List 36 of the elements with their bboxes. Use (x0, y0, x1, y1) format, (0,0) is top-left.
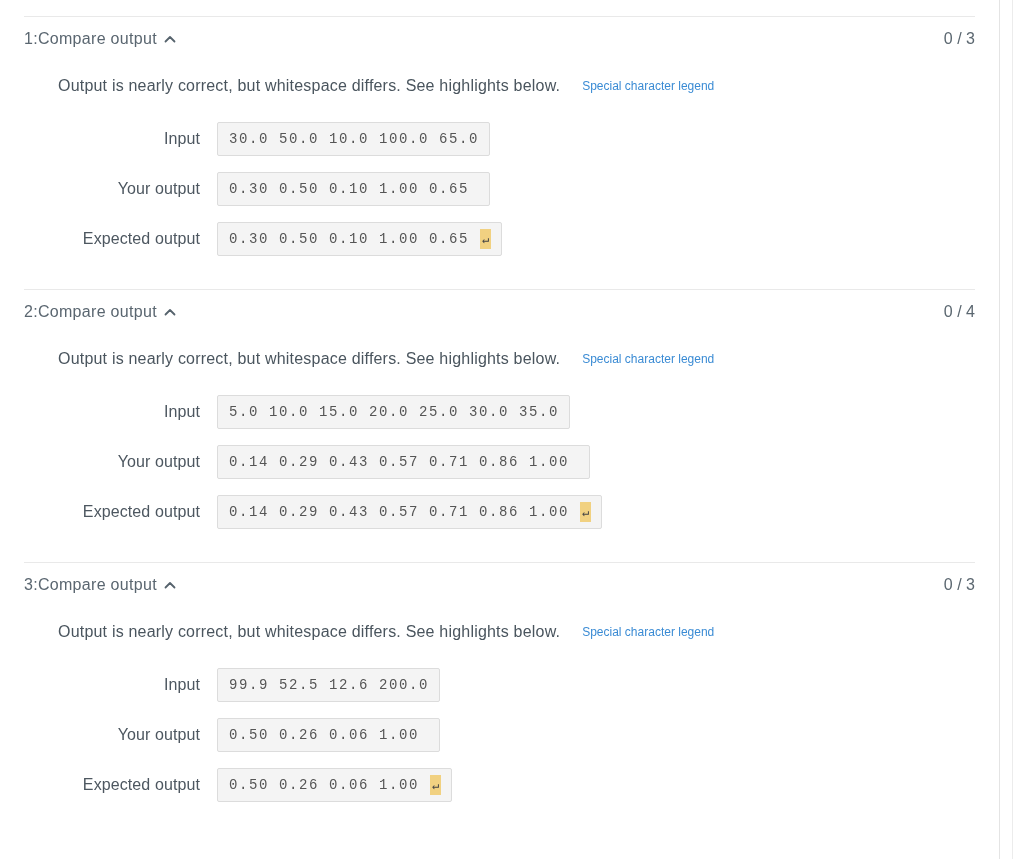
row-label: Expected output (81, 230, 200, 248)
legend-link[interactable]: Special character legend (582, 624, 715, 640)
row-label: Input (162, 130, 200, 148)
code-text: 0.14 0.29 0.43 0.57 0.71 0.86 1.00 (229, 503, 570, 521)
result-message: Output is nearly correct, but whitespace differs. See highlights below. (58, 349, 561, 369)
chevron-up-icon (163, 35, 176, 43)
row-label: Your output (116, 726, 200, 744)
code-text: 99.9 52.5 12.6 200.0 (229, 676, 430, 694)
newline-marker: ↵ (480, 229, 492, 249)
code-text: 0.50 0.26 0.06 1.00 (229, 726, 421, 744)
section-toggle[interactable]: 1:Compare output (24, 28, 176, 50)
code-text: 5.0 10.0 15.0 20.0 25.0 30.0 35.0 (229, 403, 560, 421)
score-label: 0 / 3 (943, 29, 975, 49)
code-text: 0.50 0.26 0.06 1.00 (229, 776, 420, 794)
row-label: Expected output (81, 776, 200, 794)
section-toggle[interactable]: 2:Compare output (24, 301, 176, 323)
code-text: 0.30 0.50 0.10 1.00 0.65 (229, 180, 471, 198)
legend-link[interactable]: Special character legend (582, 351, 715, 367)
newline-marker: ↵ (430, 775, 442, 795)
legend-link[interactable]: Special character legend (582, 78, 715, 94)
row-label: Input (162, 676, 200, 694)
section-toggle[interactable]: 3:Compare output (24, 574, 176, 596)
result-message: Output is nearly correct, but whitespace differs. See highlights below. (58, 622, 561, 642)
newline-marker: ↵ (580, 502, 592, 522)
code-text: 30.0 50.0 10.0 100.0 65.0 (229, 130, 480, 148)
chevron-up-icon (163, 308, 176, 316)
score-label: 0 / 3 (943, 575, 975, 595)
row-label: Input (162, 403, 200, 421)
code-text: 0.14 0.29 0.43 0.57 0.71 0.86 1.00 (229, 453, 571, 471)
code-text: 0.30 0.50 0.10 1.00 0.65 (229, 230, 470, 248)
row-label: Your output (116, 180, 200, 198)
row-label: Your output (116, 453, 200, 471)
score-label: 0 / 4 (943, 302, 975, 322)
row-label: Expected output (81, 503, 200, 521)
chevron-up-icon (163, 581, 176, 589)
result-message: Output is nearly correct, but whitespace differs. See highlights below. (58, 76, 561, 96)
